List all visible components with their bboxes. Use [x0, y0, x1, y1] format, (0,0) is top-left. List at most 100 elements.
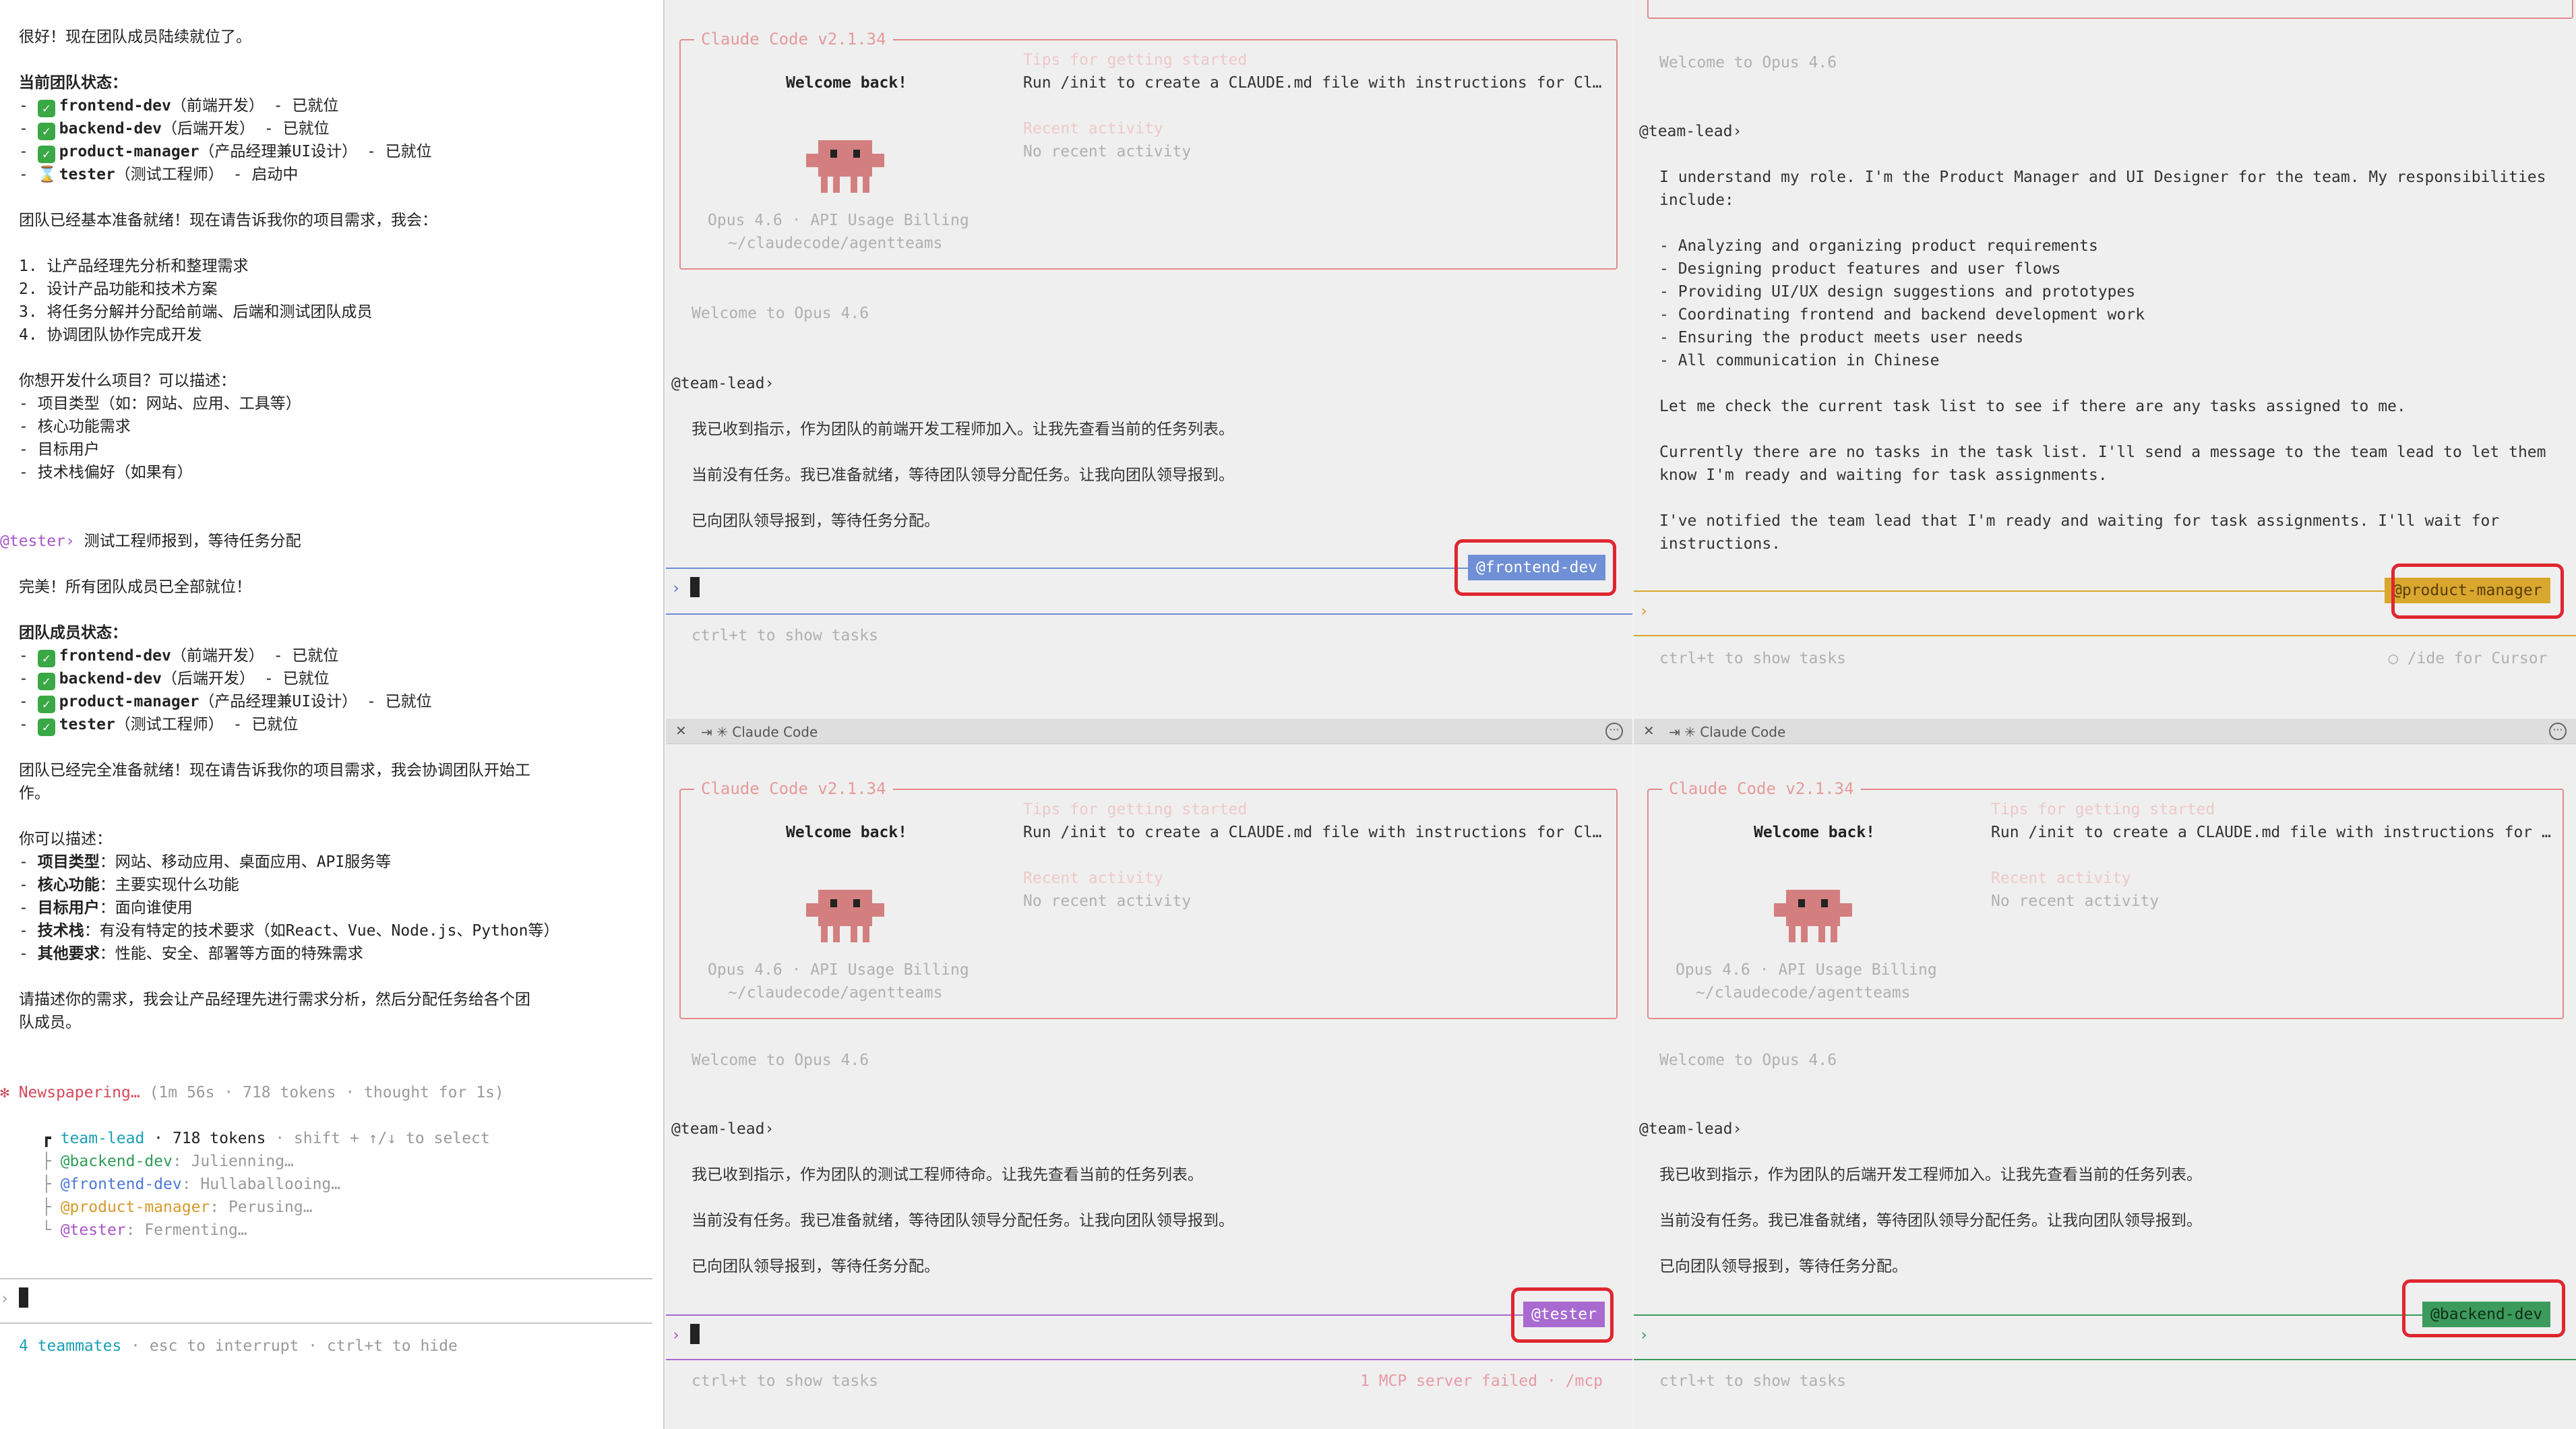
describe-row: - 目标用户：面向谁使用 — [19, 899, 193, 917]
frontend-dev-pane[interactable]: Claude Code v2.1.34 Welcome back! Opus 4… — [666, 0, 1632, 717]
more-options-icon[interactable]: ··· — [1605, 723, 1623, 740]
text-cursor — [18, 1287, 28, 1308]
recent-header: Recent activity — [1023, 120, 1163, 138]
close-icon[interactable]: ✕ — [675, 723, 687, 739]
describe-row: - 核心功能：主要实现什么功能 — [19, 876, 239, 894]
highlight-frame — [1511, 1287, 1614, 1343]
divider — [0, 1322, 652, 1324]
welcome-opus: Welcome to Opus 4.6 — [1659, 54, 1837, 71]
message-line: 已向团队领导报到，等待任务分配。 — [692, 512, 940, 530]
pane-title: ⇥ ✳ Claude Code — [701, 724, 818, 740]
close-icon[interactable]: ✕ — [1643, 723, 1655, 739]
pane-title: ⇥ ✳ Claude Code — [1669, 724, 1786, 740]
check-icon: ✓ — [37, 146, 55, 163]
welcome-box: Claude Code v2.1.34 Welcome back! Opus 4… — [679, 779, 1618, 1019]
lead-footer: 4 teammates · esc to interrupt · ctrl+t … — [19, 1337, 458, 1355]
pane-titlebar: ✕ ⇥ ✳ Claude Code ··· — [1634, 719, 2576, 744]
tips-header: Tips for getting started — [1023, 801, 1248, 818]
recent-header: Recent activity — [1991, 870, 2131, 887]
lead-line: 团队已经完全准备就绪！现在请告诉我你的项目需求，我会协调团队开始工 — [19, 762, 530, 779]
team-lead-label: @team-lead› — [1639, 123, 1742, 140]
welcome-back: Welcome back! — [786, 824, 908, 841]
status-row: - ✓ backend-dev（后端开发） - 已就位 — [19, 120, 330, 140]
tree-member-row[interactable]: ├ @backend-dev: Julienning… — [42, 1150, 294, 1173]
product-manager-pane[interactable]: Welcome to Opus 4.6 @team-lead› I unders… — [1634, 0, 2576, 717]
team-lead-terminal: 很好！现在团队成员陆续就位了。 当前团队状态： - ✓ frontend-dev（… — [0, 0, 665, 1429]
tester-message: @tester› 测试工程师报到，等待任务分配 — [0, 533, 301, 550]
message-line: Currently there are no tasks in the task… — [1659, 444, 2546, 461]
hint-text: ctrl+t to show tasks — [692, 1372, 878, 1390]
message-line: know I'm ready and waiting for task assi… — [1659, 466, 2108, 484]
ide-hint[interactable]: ◯ /ide for Cursor — [2389, 647, 2547, 670]
prompt-input[interactable]: › — [671, 1324, 700, 1347]
tips-text: Run /init to create a CLAUDE.md file wit… — [1023, 824, 1602, 841]
check-icon: ✓ — [37, 696, 55, 713]
spinner-status: ✻ Newspapering… (1m 56s · 718 tokens · t… — [0, 1084, 504, 1101]
more-options-icon[interactable]: ··· — [2549, 723, 2567, 740]
message-line: Let me check the current task list to se… — [1659, 398, 2406, 415]
lead-prompt-input[interactable]: › — [0, 1287, 28, 1310]
prompt-input[interactable]: › — [1639, 1324, 1649, 1347]
input-border — [666, 613, 1632, 615]
tree-lead-row[interactable]: ┏ team-lead · 718 tokens · shift + ↑/↓ t… — [42, 1127, 490, 1150]
lead-line: - 技术栈偏好（如果有） — [19, 464, 193, 481]
input-border — [666, 1359, 1632, 1360]
recent-text: No recent activity — [1991, 892, 2159, 910]
recent-text: No recent activity — [1023, 143, 1192, 160]
recent-header: Recent activity — [1023, 870, 1163, 887]
welcome-back: Welcome back! — [786, 74, 908, 92]
lead-line: 3. 将任务分解并分配给前端、后端和测试团队成员 — [19, 303, 373, 321]
status-row: - ✓ product-manager（产品经理兼UI设计） - 已就位 — [19, 693, 432, 713]
lead-line: 你想开发什么项目？可以描述： — [19, 372, 236, 390]
lead-line: 请描述你的需求，我会让产品经理先进行需求分析，然后分配任务给各个团 — [19, 991, 530, 1008]
text-cursor — [689, 577, 700, 597]
tree-member-row[interactable]: ├ @product-manager: Perusing… — [42, 1196, 313, 1219]
prompt-input[interactable]: › — [1639, 600, 1649, 623]
backend-dev-pane[interactable]: ✕ ⇥ ✳ Claude Code ··· Claude Code v2.1.3… — [1634, 719, 2576, 1429]
lead-line: 队成员。 — [19, 1014, 81, 1031]
message-line: include: — [1659, 191, 1734, 209]
check-icon: ✓ — [37, 673, 55, 690]
version-label: Claude Code v2.1.34 — [1662, 779, 1861, 798]
status-row: - ✓ backend-dev（后端开发） - 已就位 — [19, 670, 330, 690]
lead-line: - 核心功能需求 — [19, 418, 131, 435]
hint-text: ctrl+t to show tasks — [692, 627, 878, 644]
message-line: 我已收到指示，作为团队的后端开发工程师加入。让我先查看当前的任务列表。 — [1659, 1166, 2202, 1184]
welcome-opus: Welcome to Opus 4.6 — [692, 1052, 869, 1069]
message-line: - Designing product features and user fl… — [1659, 260, 2061, 278]
lead-line: 1. 让产品经理先分析和整理需求 — [19, 257, 249, 275]
lead-line: - 目标用户 — [19, 441, 100, 458]
describe-row: - 其他要求：性能、安全、部署等方面的特殊需求 — [19, 945, 363, 963]
lead-line: 很好！现在团队成员陆续就位了。 — [19, 28, 251, 46]
describe-row: - 项目类型：网站、移动应用、桌面应用、API服务等 — [19, 853, 392, 871]
highlight-frame — [1454, 539, 1616, 596]
tips-header: Tips for getting started — [1023, 51, 1248, 69]
message-line: I've notified the team lead that I'm rea… — [1659, 512, 2500, 530]
mcp-warning[interactable]: 1 MCP server failed · /mcp — [1360, 1370, 1603, 1393]
lead-line: - 项目类型（如：网站、应用、工具等） — [19, 395, 301, 413]
input-border — [1634, 590, 2385, 592]
message-line: 当前没有任务。我已准备就绪，等待团队领导分配任务。让我向团队领导报到。 — [692, 1212, 1234, 1229]
hint-text: ctrl+t to show tasks — [1659, 1372, 1846, 1390]
cwd-path: ~/claudecode/agentteams — [728, 235, 943, 252]
hourglass-icon: ⌛ — [37, 166, 57, 183]
model-info: Opus 4.6 · API Usage Billing — [708, 212, 969, 229]
tree-member-row[interactable]: └ @tester: Fermenting… — [42, 1219, 247, 1242]
pane-titlebar: ✕ ⇥ ✳ Claude Code ··· — [666, 719, 1632, 744]
cwd-path: ~/claudecode/agentteams — [728, 984, 943, 1002]
claude-mascot-icon — [806, 140, 884, 193]
highlight-frame — [2402, 1279, 2565, 1337]
prompt-input[interactable]: › — [671, 577, 700, 600]
tester-pane[interactable]: ✕ ⇥ ✳ Claude Code ··· Claude Code v2.1.3… — [666, 719, 1632, 1429]
input-border — [1634, 1359, 2576, 1360]
welcome-opus: Welcome to Opus 4.6 — [692, 305, 869, 322]
lead-line: 2. 设计产品功能和技术方案 — [19, 280, 218, 298]
welcome-box: Claude Code v2.1.34 Welcome back! Opus 4… — [1647, 779, 2564, 1019]
welcome-back: Welcome back! — [1754, 824, 1876, 841]
input-border — [666, 1314, 1523, 1316]
check-icon: ✓ — [37, 719, 55, 736]
model-info: Opus 4.6 · API Usage Billing — [708, 961, 969, 979]
tree-member-row[interactable]: ├ @frontend-dev: Hullaballooing… — [42, 1173, 340, 1196]
message-line: - Providing UI/UX design suggestions and… — [1659, 283, 2136, 301]
divider — [0, 1278, 652, 1279]
